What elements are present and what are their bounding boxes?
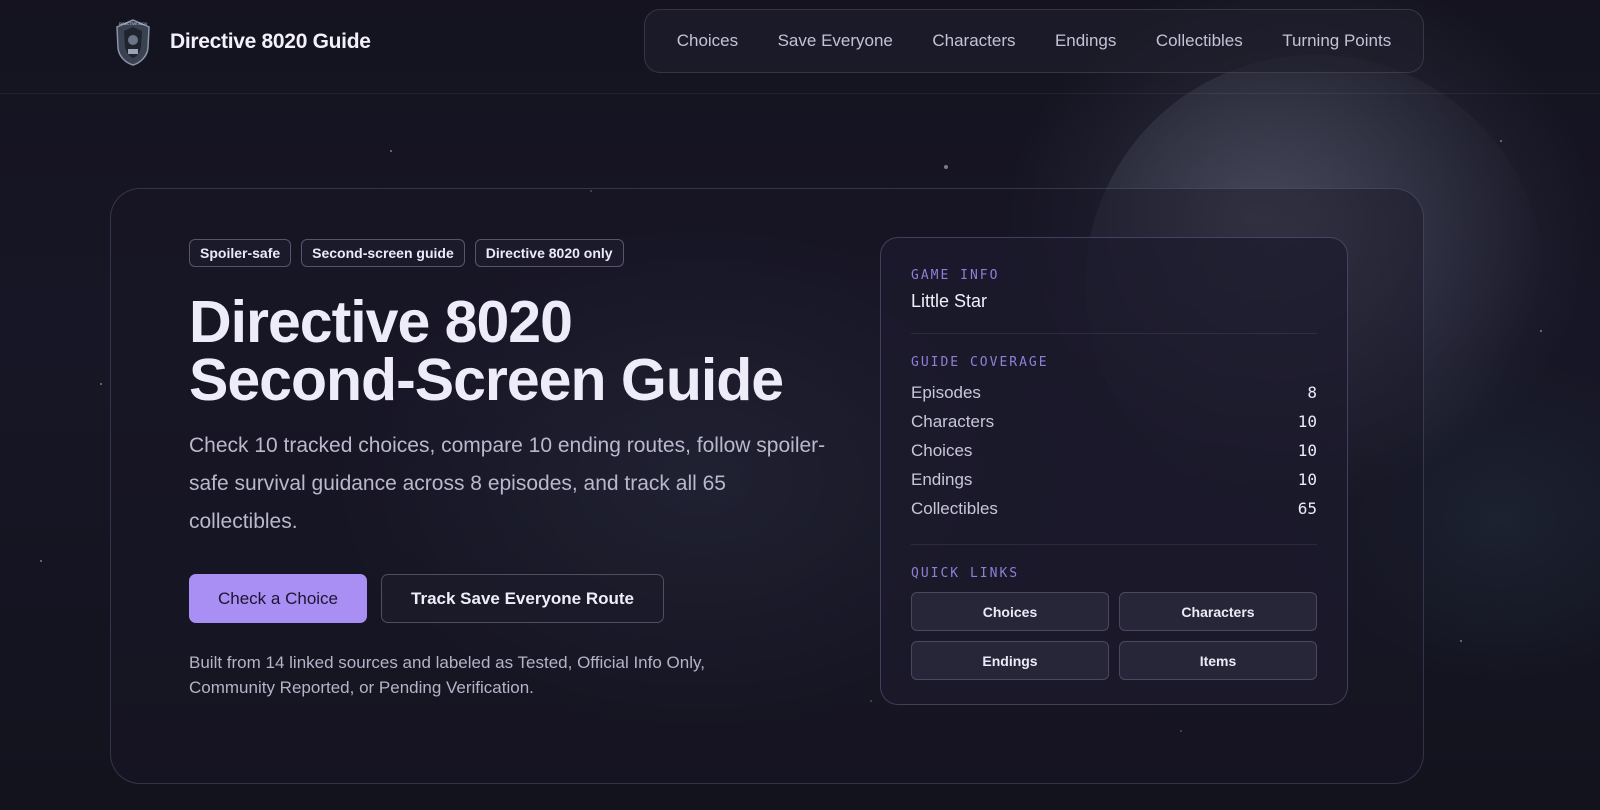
game-name: Little Star xyxy=(911,291,988,311)
nav-choices[interactable]: Choices xyxy=(677,31,738,51)
stat-label: Choices xyxy=(911,440,973,460)
hero-description: Check 10 tracked choices, compare 10 end… xyxy=(189,434,826,533)
nav-characters[interactable]: Characters xyxy=(932,31,1015,51)
svg-text:DIRECTIVE 8020: DIRECTIVE 8020 xyxy=(119,22,148,26)
info-panel: GAME INFO Little Star GUIDE COVERAGE Epi… xyxy=(880,237,1348,705)
stat-value: 10 xyxy=(1297,412,1317,431)
stat-label: Characters xyxy=(911,411,995,431)
sources-note: Built from 14 linked sources and labeled… xyxy=(189,653,705,697)
brand-name: Directive 8020 Guide xyxy=(170,30,371,53)
site-header: DIRECTIVE 8020 Directive 8020 Guide Choi… xyxy=(0,0,1600,94)
quick-link-endings[interactable]: Endings xyxy=(911,641,1109,680)
quick-link-characters[interactable]: Characters xyxy=(1119,592,1317,631)
stat-row-episodes: Episodes 8 xyxy=(911,378,1317,407)
stat-row-collectibles: Collectibles 65 xyxy=(911,494,1317,523)
stat-row-endings: Endings 10 xyxy=(911,465,1317,494)
nav-collectibles[interactable]: Collectibles xyxy=(1156,31,1243,51)
stat-row-characters: Characters 10 xyxy=(911,407,1317,436)
page-title-line-2: Second-Screen Guide xyxy=(189,347,784,413)
hero-actions: Check a Choice Track Save Everyone Route xyxy=(189,574,665,623)
tag-second-screen: Second-screen guide xyxy=(301,239,465,267)
hero-card: Spoiler-safe Second-screen guide Directi… xyxy=(110,188,1424,784)
stat-row-choices: Choices 10 xyxy=(911,436,1317,465)
page-title: Directive 8020 Second-Screen Guide xyxy=(189,293,829,410)
main-nav: Choices Save Everyone Characters Endings… xyxy=(644,9,1424,73)
guide-coverage-label: GUIDE COVERAGE xyxy=(911,355,1049,370)
stat-value: 10 xyxy=(1297,470,1317,489)
track-route-button[interactable]: Track Save Everyone Route xyxy=(381,574,665,623)
quick-link-items[interactable]: Items xyxy=(1119,641,1317,680)
divider xyxy=(911,333,1317,334)
brand[interactable]: DIRECTIVE 8020 Directive 8020 Guide xyxy=(114,18,371,66)
nav-save-everyone[interactable]: Save Everyone xyxy=(778,31,893,51)
tag-directive-only: Directive 8020 only xyxy=(474,239,624,267)
stat-label: Endings xyxy=(911,469,973,489)
coverage-stats: Episodes 8 Characters 10 Choices 10 Endi… xyxy=(911,378,1317,523)
tag-list: Spoiler-safe Second-screen guide Directi… xyxy=(189,239,624,267)
stat-value: 8 xyxy=(1307,383,1317,402)
quick-links-label: QUICK LINKS xyxy=(911,566,1020,581)
check-choice-button[interactable]: Check a Choice xyxy=(189,574,368,623)
tag-spoiler-safe: Spoiler-safe xyxy=(189,239,292,267)
stat-label: Collectibles xyxy=(911,498,998,518)
quick-link-choices[interactable]: Choices xyxy=(911,592,1109,631)
nav-turning-points[interactable]: Turning Points xyxy=(1282,31,1391,51)
nav-endings[interactable]: Endings xyxy=(1055,31,1116,51)
stat-value: 65 xyxy=(1297,499,1317,518)
page-title-line-1: Directive 8020 xyxy=(189,289,573,355)
divider xyxy=(911,544,1317,545)
shield-logo-icon: DIRECTIVE 8020 xyxy=(116,19,150,66)
game-info-label: GAME INFO xyxy=(911,268,1000,283)
stat-value: 10 xyxy=(1297,441,1317,460)
quick-links: Choices Characters Endings Items xyxy=(911,592,1317,680)
stat-label: Episodes xyxy=(911,382,981,402)
